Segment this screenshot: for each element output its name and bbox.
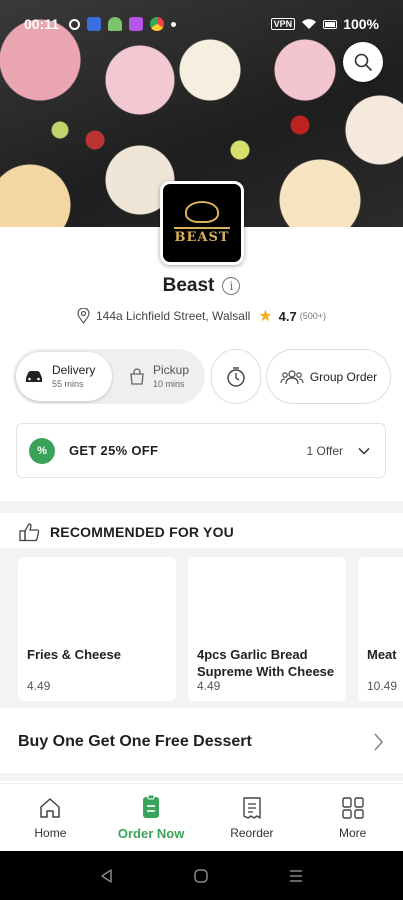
menu-item-name: Fries & Cheese bbox=[27, 647, 121, 662]
menu-item-price: 10.49 bbox=[367, 679, 398, 693]
menu-item-card[interactable]: 4pcs Garlic Bread Supreme With Cheese 4.… bbox=[188, 557, 346, 701]
tab-order-now[interactable]: Order Now bbox=[101, 784, 202, 851]
offer-count: 1 Offer bbox=[306, 443, 343, 458]
grid-icon bbox=[341, 796, 364, 819]
search-icon bbox=[354, 53, 372, 71]
settings-gear-icon bbox=[69, 18, 81, 30]
chevron-right-icon bbox=[374, 733, 384, 751]
delivery-time: 55 mins bbox=[52, 378, 84, 389]
shopping-bag-icon bbox=[130, 368, 144, 385]
bottom-tab-bar: Home Order Now Reorder More bbox=[0, 783, 403, 851]
status-time: 00:11 bbox=[24, 16, 60, 32]
notification-icons bbox=[69, 17, 177, 31]
battery-icon bbox=[323, 19, 338, 29]
menu-item-card[interactable]: Fries & Cheese 4.49 bbox=[18, 557, 176, 701]
recommended-header: RECOMMENDED FOR YOU bbox=[18, 522, 234, 542]
discount-badge-icon: % bbox=[29, 437, 55, 464]
system-status: VPN 100% bbox=[270, 16, 379, 32]
group-users-icon bbox=[280, 369, 304, 384]
home-icon bbox=[40, 797, 61, 818]
info-icon[interactable]: i bbox=[222, 277, 241, 295]
menu-item-price: 4.49 bbox=[27, 679, 51, 693]
rating-value: 4.7 bbox=[278, 308, 297, 324]
pickup-label: Pickup bbox=[153, 362, 190, 377]
status-bar: 00:11 VPN 100% bbox=[0, 0, 403, 48]
logo-text: BEAST bbox=[174, 227, 230, 245]
restaurant-name: Beast bbox=[162, 275, 215, 296]
app-notification-icon bbox=[87, 17, 102, 31]
tab-home-label: Home bbox=[34, 825, 67, 840]
star-icon: ★ bbox=[258, 308, 273, 325]
restaurant-logo: BEAST bbox=[160, 181, 244, 265]
tab-reorder-label: Reorder bbox=[230, 825, 274, 840]
promo-banner-row[interactable]: Buy One Get One Free Dessert bbox=[0, 711, 403, 781]
tab-home[interactable]: Home bbox=[0, 784, 101, 851]
offer-title: GET 25% OFF bbox=[69, 443, 159, 458]
receipt-icon bbox=[243, 796, 261, 819]
battery-percent: 100% bbox=[343, 16, 379, 32]
delivery-option[interactable]: Delivery 55 mins bbox=[16, 352, 112, 401]
section-divider bbox=[0, 501, 403, 513]
thumbs-up-icon bbox=[19, 523, 40, 542]
order-icon bbox=[143, 794, 160, 818]
restaurant-meta: 144a Lichfield Street, Walsall ★ 4.7 (50… bbox=[0, 306, 403, 326]
group-order-button[interactable]: Group Order bbox=[266, 349, 391, 404]
promo-banner-title: Buy One Get One Free Dessert bbox=[18, 733, 252, 750]
wifi-icon bbox=[302, 19, 317, 29]
group-order-label: Group Order bbox=[309, 369, 378, 384]
vpn-indicator: VPN bbox=[270, 18, 296, 30]
android-icon bbox=[108, 17, 123, 31]
messenger-icon bbox=[129, 17, 144, 31]
menu-item-name: Meat bbox=[367, 647, 397, 662]
logo-crest-icon bbox=[185, 201, 219, 223]
review-count: (500+) bbox=[299, 311, 326, 321]
pickup-time: 10 mins bbox=[153, 378, 185, 389]
tab-reorder[interactable]: Reorder bbox=[202, 784, 303, 851]
menu-item-card[interactable]: Meat 10.49 bbox=[358, 557, 403, 701]
tab-more-label: More bbox=[338, 825, 367, 840]
car-icon bbox=[26, 370, 42, 382]
recents-menu-icon[interactable] bbox=[288, 868, 304, 884]
offer-card[interactable]: % GET 25% OFF 1 Offer bbox=[16, 423, 386, 478]
tab-more[interactable]: More bbox=[302, 784, 403, 851]
more-notifications-dot-icon bbox=[171, 21, 177, 27]
restaurant-screen: 00:11 VPN 100% BEAST Beast i 144a Lichfi… bbox=[0, 0, 403, 900]
delivery-label: Delivery bbox=[52, 362, 96, 377]
chrome-icon bbox=[150, 17, 165, 31]
location-pin-icon bbox=[77, 308, 90, 324]
home-circle-icon[interactable] bbox=[193, 868, 209, 884]
tab-order-now-label: Order Now bbox=[117, 826, 185, 841]
recommended-title: RECOMMENDED FOR YOU bbox=[50, 524, 234, 540]
chevron-down-icon bbox=[358, 447, 370, 455]
restaurant-address: 144a Lichfield Street, Walsall bbox=[95, 309, 251, 323]
menu-item-name: 4pcs Garlic Bread Supreme With Cheese bbox=[197, 647, 335, 679]
schedule-order-button[interactable] bbox=[211, 349, 261, 404]
menu-item-price: 4.49 bbox=[197, 679, 221, 693]
search-button[interactable] bbox=[343, 42, 383, 82]
restaurant-title-row: Beast i bbox=[0, 275, 403, 297]
pickup-option[interactable]: Pickup 10 mins bbox=[119, 352, 203, 401]
timer-icon bbox=[227, 366, 245, 387]
back-triangle-icon[interactable] bbox=[99, 868, 115, 884]
system-navigation-bar bbox=[0, 851, 403, 900]
order-mode-toggle: Delivery 55 mins Pickup 10 mins bbox=[13, 349, 205, 404]
